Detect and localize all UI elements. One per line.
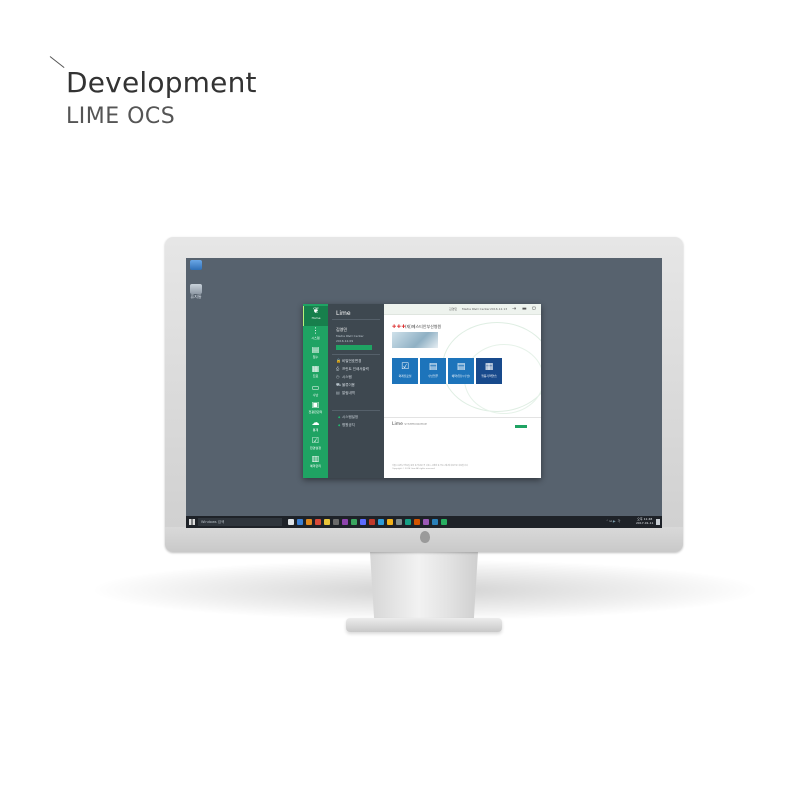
notice-more-button[interactable] xyxy=(515,425,527,428)
submenu-item-hospital-notice[interactable]: ◆ 병원공지 xyxy=(338,423,355,428)
rail-item-reservation[interactable]: ▥ 예약관리 xyxy=(303,454,328,474)
divider xyxy=(332,410,380,411)
checklist-icon: ☑ xyxy=(311,436,320,445)
document-icon: ▦ xyxy=(484,362,494,372)
main-content: 김영민 Media R&D Center 2016.12.13 ⇥ ▬ ⏻ ✚✚… xyxy=(384,304,541,478)
calendar-icon: ▥ xyxy=(311,454,320,463)
desktop-screen: 휴지통 ❦ Home ⋮ 시스템 ▤ 접수 ▦ 진료 ▭ 수납 ▣ 전광판관리 ☁ 통계 ☑ 환… xyxy=(186,258,662,528)
taskbar-app-icon[interactable] xyxy=(414,519,420,525)
taskbar-app-icon[interactable] xyxy=(432,519,438,525)
rail-item-reception[interactable]: ▤ 접수 xyxy=(303,345,328,365)
tile-payment[interactable]: ▤ 수납업무 xyxy=(420,358,446,384)
user-name: 김영민 xyxy=(336,327,348,332)
divider xyxy=(384,417,541,418)
heading-slash-decoration xyxy=(49,56,65,68)
taskbar-app-icon[interactable] xyxy=(360,519,366,525)
rail-item-treatment[interactable]: ▦ 진료 xyxy=(303,364,328,384)
clipboard-icon: ▤ xyxy=(311,345,320,354)
taskbar-app-icon[interactable] xyxy=(288,519,294,525)
card-icon: ▭ xyxy=(311,383,320,392)
lime-app-window: ❦ Home ⋮ 시스템 ▤ 접수 ▦ 진료 ▭ 수납 ▣ 전광판관리 ☁ 통계 ☑ 환경설정 … xyxy=(303,304,541,478)
divider xyxy=(332,319,380,320)
taskbar-app-icon[interactable] xyxy=(378,519,384,525)
taskbar-app-icon[interactable] xyxy=(297,519,303,525)
logout-icon[interactable]: ⇥ xyxy=(512,306,516,312)
system-tray[interactable]: ⌃ ⊡ 🔈 가 xyxy=(606,519,620,523)
user-date: 2016.12.09 xyxy=(336,339,354,343)
rail-item-home[interactable]: ❦ Home xyxy=(303,306,328,326)
page-subtitle: LIME OCS xyxy=(66,104,176,129)
menu-item-system[interactable]: ◷ 시스템 xyxy=(336,374,352,380)
taskbar-app-icon[interactable] xyxy=(342,519,348,525)
clipboard-icon: ▤ xyxy=(428,362,438,372)
tile-reservation[interactable]: ▤ 예약(접수/수납) xyxy=(448,358,474,384)
taskbar-app-icon[interactable] xyxy=(315,519,321,525)
taskbar-app-icon[interactable] xyxy=(333,519,339,525)
top-bar: 김영민 Media R&D Center 2016.12.13 ⇥ ▬ ⏻ xyxy=(384,304,541,315)
tree-icon: ⋮ xyxy=(311,326,320,335)
taskbar-app-icon[interactable] xyxy=(405,519,411,525)
monitor-icon: ▣ xyxy=(311,400,320,409)
rail-item-stats[interactable]: ☁ 통계 xyxy=(303,418,328,438)
taskbar-clock[interactable]: 오후 11:48 2017-01-11 xyxy=(636,517,653,525)
page-title: Development xyxy=(66,66,257,99)
clipboard-icon: ▤ xyxy=(456,362,466,372)
rail-item-settings[interactable]: ☑ 환경설정 xyxy=(303,436,328,456)
sidebar-panel: Lime 김영민 Media R&D Center 2016.12.09 🔒비밀… xyxy=(328,304,384,478)
taskbar-app-icon[interactable] xyxy=(324,519,330,525)
brand-label: Lime xyxy=(336,310,351,317)
minimize-icon[interactable]: ▬ xyxy=(522,306,527,312)
user-status-button[interactable] xyxy=(336,345,372,350)
menu-item-notifications[interactable]: ▤ 알림내역 xyxy=(336,390,355,396)
notice-title: Lime SYSTEM NOTICE xyxy=(392,422,427,427)
submenu-item-system-settings[interactable]: ◆ 시스템설정 xyxy=(338,415,358,420)
taskbar-app-icon[interactable] xyxy=(369,519,375,525)
leaf-icon: ❦ xyxy=(312,306,320,315)
taskbar-app-icon[interactable] xyxy=(441,519,447,525)
tile-outpatient[interactable]: ☑ 외래진료실 xyxy=(392,358,418,384)
topbar-center: Media R&D Center xyxy=(462,307,490,311)
check-list-icon: ☑ xyxy=(400,362,410,372)
taskbar-app-icon[interactable] xyxy=(387,519,393,525)
monitor-stand-neck xyxy=(370,552,478,622)
hospital-name: (재)메스티안부산병원 xyxy=(405,324,442,329)
recycle-bin-icon[interactable]: 휴지통 xyxy=(188,284,204,299)
taskbar-app-icon[interactable] xyxy=(396,519,402,525)
windows-start-icon[interactable] xyxy=(189,519,195,525)
rail-item-display[interactable]: ▣ 전광판관리 xyxy=(303,400,328,420)
taskbar-app-icon[interactable] xyxy=(423,519,429,525)
taskbar-search-box[interactable]: Windows 검색 xyxy=(198,518,282,526)
menu-item-print[interactable]: ⎙ 프린트 인쇄서출력 xyxy=(336,366,369,372)
monitor-stand-foot xyxy=(346,618,502,632)
taskbar-app-icon[interactable] xyxy=(306,519,312,525)
topbar-user: 김영민 xyxy=(449,307,458,311)
taskbar: Windows 검색 ⌃ ⊡ 🔈 가 오후 11:48 2017-01-11 xyxy=(186,516,662,528)
apple-logo-icon xyxy=(420,531,430,543)
hospital-building-image xyxy=(392,332,438,348)
cloud-icon: ☁ xyxy=(311,418,320,427)
hospital-logo: ✚✚✚ xyxy=(392,324,407,330)
tile-behavior-memory[interactable]: ▦ 행동기억연습 xyxy=(476,358,502,384)
notification-icon[interactable] xyxy=(656,519,660,525)
nav-rail: ❦ Home ⋮ 시스템 ▤ 접수 ▦ 진료 ▭ 수납 ▣ 전광판관리 ☁ 통계 ☑ 환경설정 … xyxy=(303,304,328,478)
pc-icon[interactable] xyxy=(188,260,204,270)
rail-item-system[interactable]: ⋮ 시스템 xyxy=(303,326,328,346)
power-icon[interactable]: ⏻ xyxy=(532,306,536,312)
topbar-date: 2016.12.13 xyxy=(490,307,508,311)
divider xyxy=(332,354,380,355)
taskbar-app-icon[interactable] xyxy=(351,519,357,525)
menu-item-logistics[interactable]: ⛟물류이용 xyxy=(336,382,355,388)
menu-item-password[interactable]: 🔒비밀번호변경 xyxy=(336,358,361,364)
document-icon: ▦ xyxy=(311,364,320,373)
copyright-text: 서울시 송파구 전동길 동쪽 동 작년로 주 사용 / 시정된 동 주소 (재)… xyxy=(392,465,469,470)
user-center: Media R&D Center xyxy=(336,334,364,338)
